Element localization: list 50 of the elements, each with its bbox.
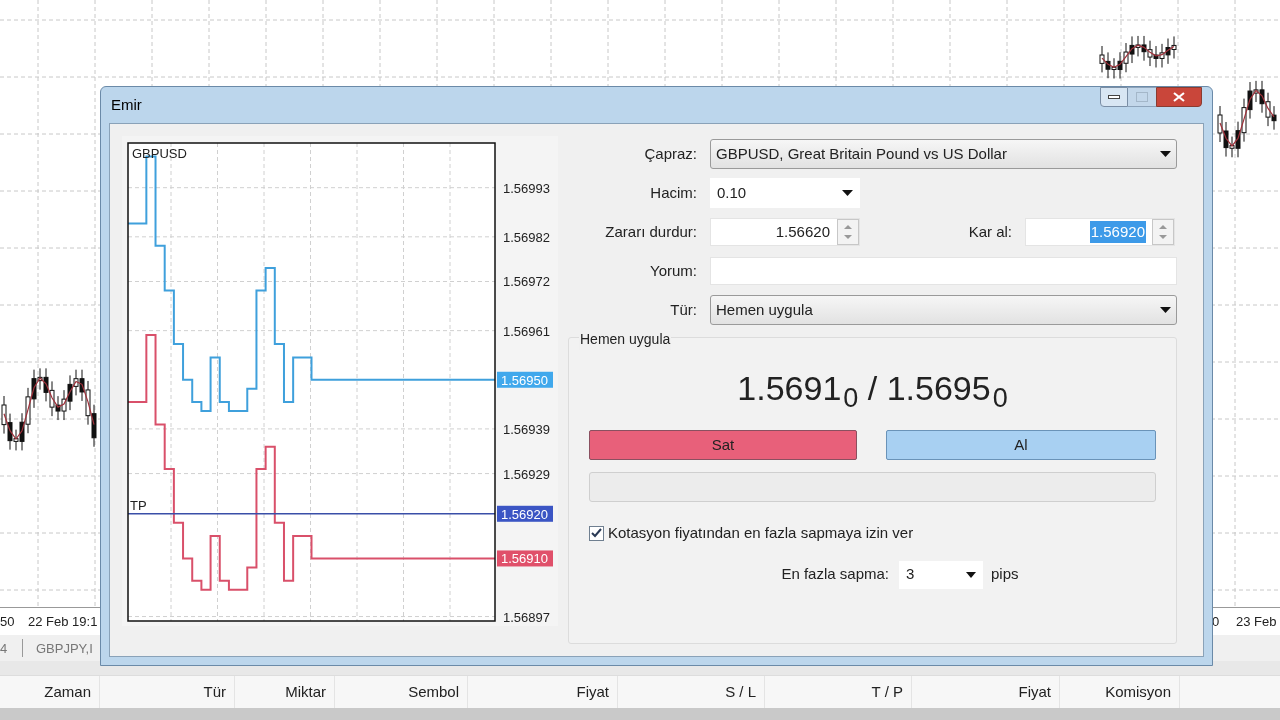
comment-field[interactable]	[710, 257, 1177, 285]
axis-tick-label: 1.56939	[503, 421, 550, 437]
close-button[interactable]	[1156, 87, 1202, 107]
stop-loss-field[interactable]: 1.56620	[710, 218, 860, 246]
dropdown-arrow-icon	[1160, 307, 1171, 313]
dropdown-arrow-icon	[1160, 151, 1171, 157]
volume-dropdown[interactable]: 0.10	[710, 178, 860, 208]
maximize-icon	[1136, 92, 1148, 102]
price-tag: 1.56950	[497, 371, 553, 388]
chart-tab[interactable]: GBPJPY,I	[36, 639, 93, 659]
spinner-icon	[837, 219, 859, 245]
minimize-button[interactable]	[1100, 87, 1128, 107]
field-label: Yorum:	[649, 260, 698, 281]
time-axis-label: 22 Feb 19:1	[28, 613, 98, 631]
time-axis-label: 50	[0, 613, 15, 631]
checkbox[interactable]	[589, 525, 604, 541]
field-label: Kar al:	[967, 221, 1013, 242]
time-axis-label: 23 Feb	[1236, 613, 1277, 631]
chart-tab[interactable]: 4	[0, 639, 8, 659]
minimize-icon	[1108, 95, 1120, 99]
symbol-dropdown[interactable]: GBPUSD, Great Britain Pound vs US Dollar	[710, 139, 1177, 169]
moving-average-line	[1219, 89, 1275, 147]
axis-tick-label: 1.56982	[503, 229, 550, 245]
dropdown-arrow-icon	[966, 571, 976, 578]
axis-tick-label: 1.56972	[503, 274, 550, 290]
field-label: Hacim:	[649, 182, 698, 203]
line-label: TP	[130, 497, 147, 513]
axis-tick-label: 1.56993	[503, 180, 550, 196]
symbol-label: GBPUSD	[132, 146, 187, 161]
price-quote: 1.5691$_{0}$ / 1.5695$_{0}$	[736, 368, 1009, 408]
price-tag: 1.56910	[497, 550, 553, 567]
dropdown-arrow-icon	[842, 190, 853, 196]
field-label: En fazla sapma:	[780, 564, 889, 585]
spinner-icon	[1152, 219, 1174, 245]
time-axis-label: 0	[1212, 613, 1220, 631]
sell-button[interactable]: Sat	[589, 430, 857, 460]
axis-tick-label: 1.56897	[503, 609, 550, 625]
order-type-dropdown[interactable]: Hemen uygula	[710, 295, 1177, 325]
field-label: Zararı durdur:	[604, 221, 698, 242]
window-title: Emir	[111, 94, 142, 115]
buy-button[interactable]: Al	[886, 430, 1156, 460]
unit-label: pips	[991, 564, 1019, 585]
checkbox-label: Kotasyon fiyatından en fazla sapmaya izin ver	[608, 523, 914, 543]
field-label: Tür:	[669, 299, 698, 320]
close-icon	[1173, 92, 1185, 102]
field-label: Çapraz:	[643, 143, 698, 164]
deviation-dropdown[interactable]: 3	[899, 560, 983, 589]
price-tag: 1.56920	[497, 505, 553, 522]
axis-tick-label: 1.56961	[503, 323, 550, 339]
axis-tick-label: 1.56929	[503, 466, 550, 482]
